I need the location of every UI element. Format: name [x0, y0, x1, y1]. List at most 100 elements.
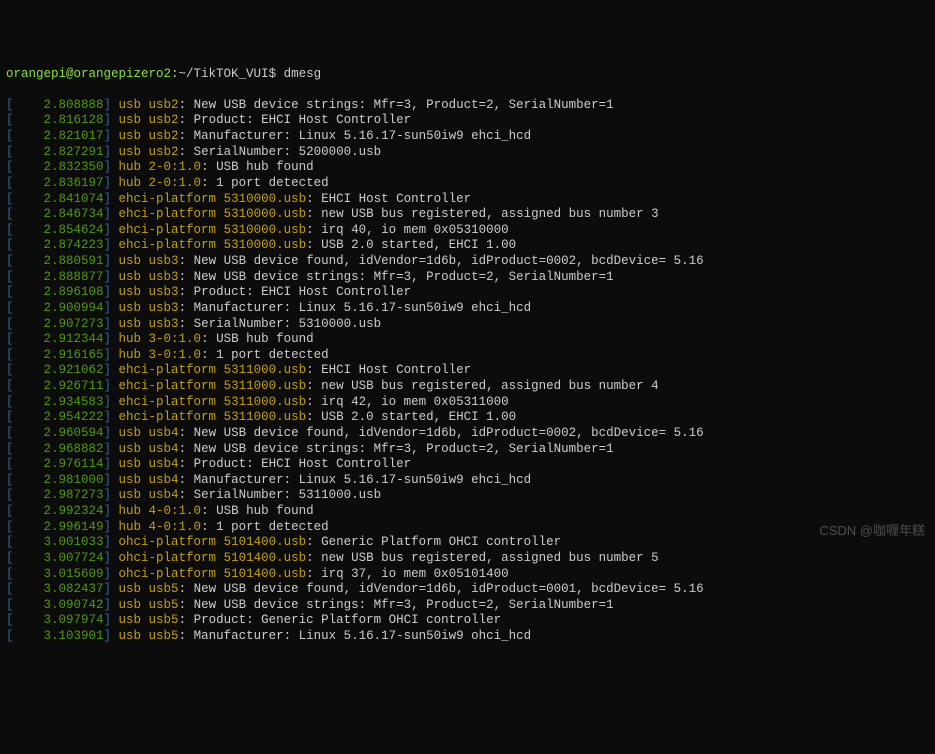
dmesg-line: [ 2.846734] ehci-platform 5310000.usb: n…	[6, 207, 929, 223]
message: New USB device strings: Mfr=3, Product=2…	[194, 442, 614, 456]
timestamp: 2.960594	[14, 426, 104, 440]
separator: :	[179, 442, 194, 456]
device-name: usb usb3	[119, 270, 179, 284]
separator: :	[201, 176, 216, 190]
separator: :	[179, 473, 194, 487]
separator: :	[306, 192, 321, 206]
bracket-close: ]	[104, 442, 119, 456]
device-name: usb usb3	[119, 301, 179, 315]
timestamp: 3.007724	[14, 551, 104, 565]
separator: :	[201, 160, 216, 174]
separator: :	[306, 207, 321, 221]
message: EHCI Host Controller	[321, 192, 471, 206]
device-name: usb usb2	[119, 145, 179, 159]
bracket-open: [	[6, 582, 14, 596]
bracket-open: [	[6, 285, 14, 299]
device-name: usb usb2	[119, 129, 179, 143]
dmesg-line: [ 2.836197] hub 2-0:1.0: 1 port detected	[6, 176, 929, 192]
timestamp: 2.934583	[14, 395, 104, 409]
bracket-open: [	[6, 207, 14, 221]
command-input[interactable]: dmesg	[284, 67, 322, 81]
separator: :	[306, 223, 321, 237]
timestamp: 2.968882	[14, 442, 104, 456]
device-name: usb usb3	[119, 254, 179, 268]
bracket-open: [	[6, 270, 14, 284]
bracket-open: [	[6, 613, 14, 627]
separator: :	[179, 598, 194, 612]
device-name: hub 3-0:1.0	[119, 348, 202, 362]
bracket-close: ]	[104, 301, 119, 315]
device-name: usb usb4	[119, 488, 179, 502]
message: New USB device strings: Mfr=3, Product=2…	[194, 598, 614, 612]
bracket-close: ]	[104, 488, 119, 502]
timestamp: 2.808888	[14, 98, 104, 112]
dmesg-line: [ 2.827291] usb usb2: SerialNumber: 5200…	[6, 145, 929, 161]
timestamp: 2.921062	[14, 363, 104, 377]
bracket-close: ]	[104, 395, 119, 409]
dmesg-line: [ 2.968882] usb usb4: New USB device str…	[6, 442, 929, 458]
bracket-open: [	[6, 551, 14, 565]
bracket-open: [	[6, 223, 14, 237]
timestamp: 2.832350	[14, 160, 104, 174]
timestamp: 2.827291	[14, 145, 104, 159]
dmesg-line: [ 2.960594] usb usb4: New USB device fou…	[6, 426, 929, 442]
bracket-open: [	[6, 192, 14, 206]
device-name: ehci-platform 5310000.usb	[119, 207, 307, 221]
device-name: usb usb3	[119, 317, 179, 331]
timestamp: 2.926711	[14, 379, 104, 393]
separator: :	[201, 348, 216, 362]
bracket-close: ]	[104, 332, 119, 346]
bracket-close: ]	[104, 504, 119, 518]
message: 1 port detected	[216, 176, 329, 190]
bracket-open: [	[6, 238, 14, 252]
bracket-open: [	[6, 442, 14, 456]
device-name: usb usb5	[119, 629, 179, 643]
device-name: usb usb4	[119, 426, 179, 440]
message: Product: EHCI Host Controller	[194, 113, 412, 127]
prompt-path: ~/TikTOK_VUI	[179, 67, 269, 81]
bracket-close: ]	[104, 410, 119, 424]
bracket-close: ]	[104, 551, 119, 565]
device-name: ohci-platform 5101400.usb	[119, 551, 307, 565]
dmesg-line: [ 2.981000] usb usb4: Manufacturer: Linu…	[6, 473, 929, 489]
dmesg-line: [ 3.082437] usb usb5: New USB device fou…	[6, 582, 929, 598]
bracket-open: [	[6, 473, 14, 487]
timestamp: 2.954222	[14, 410, 104, 424]
dmesg-output: [ 2.808888] usb usb2: New USB device str…	[6, 98, 929, 645]
separator: :	[201, 504, 216, 518]
bracket-close: ]	[104, 613, 119, 627]
timestamp: 3.001033	[14, 535, 104, 549]
message: New USB device found, idVendor=1d6b, idP…	[194, 254, 704, 268]
message: Product: EHCI Host Controller	[194, 285, 412, 299]
separator: :	[306, 379, 321, 393]
bracket-open: [	[6, 301, 14, 315]
timestamp: 2.874223	[14, 238, 104, 252]
timestamp: 3.082437	[14, 582, 104, 596]
device-name: ehci-platform 5311000.usb	[119, 395, 307, 409]
bracket-close: ]	[104, 98, 119, 112]
timestamp: 2.888877	[14, 270, 104, 284]
timestamp: 2.907273	[14, 317, 104, 331]
separator: :	[179, 145, 194, 159]
timestamp: 3.090742	[14, 598, 104, 612]
dmesg-line: [ 2.987273] usb usb4: SerialNumber: 5311…	[6, 488, 929, 504]
message: new USB bus registered, assigned bus num…	[321, 207, 659, 221]
message: Manufacturer: Linux 5.16.17-sun50iw9 ehc…	[194, 129, 532, 143]
separator: :	[201, 520, 216, 534]
message: Manufacturer: Linux 5.16.17-sun50iw9 ohc…	[194, 629, 532, 643]
device-name: ehci-platform 5310000.usb	[119, 223, 307, 237]
bracket-open: [	[6, 145, 14, 159]
dmesg-line: [ 2.916165] hub 3-0:1.0: 1 port detected	[6, 348, 929, 364]
bracket-close: ]	[104, 207, 119, 221]
separator: :	[179, 98, 194, 112]
device-name: hub 2-0:1.0	[119, 176, 202, 190]
separator: :	[306, 363, 321, 377]
bracket-open: [	[6, 410, 14, 424]
device-name: ohci-platform 5101400.usb	[119, 567, 307, 581]
timestamp: 2.900994	[14, 301, 104, 315]
shell-prompt[interactable]: orangepi@orangepizero2:~/TikTOK_VUI$ dme…	[6, 67, 929, 83]
bracket-close: ]	[104, 238, 119, 252]
message: Product: EHCI Host Controller	[194, 457, 412, 471]
bracket-close: ]	[104, 223, 119, 237]
device-name: usb usb4	[119, 473, 179, 487]
